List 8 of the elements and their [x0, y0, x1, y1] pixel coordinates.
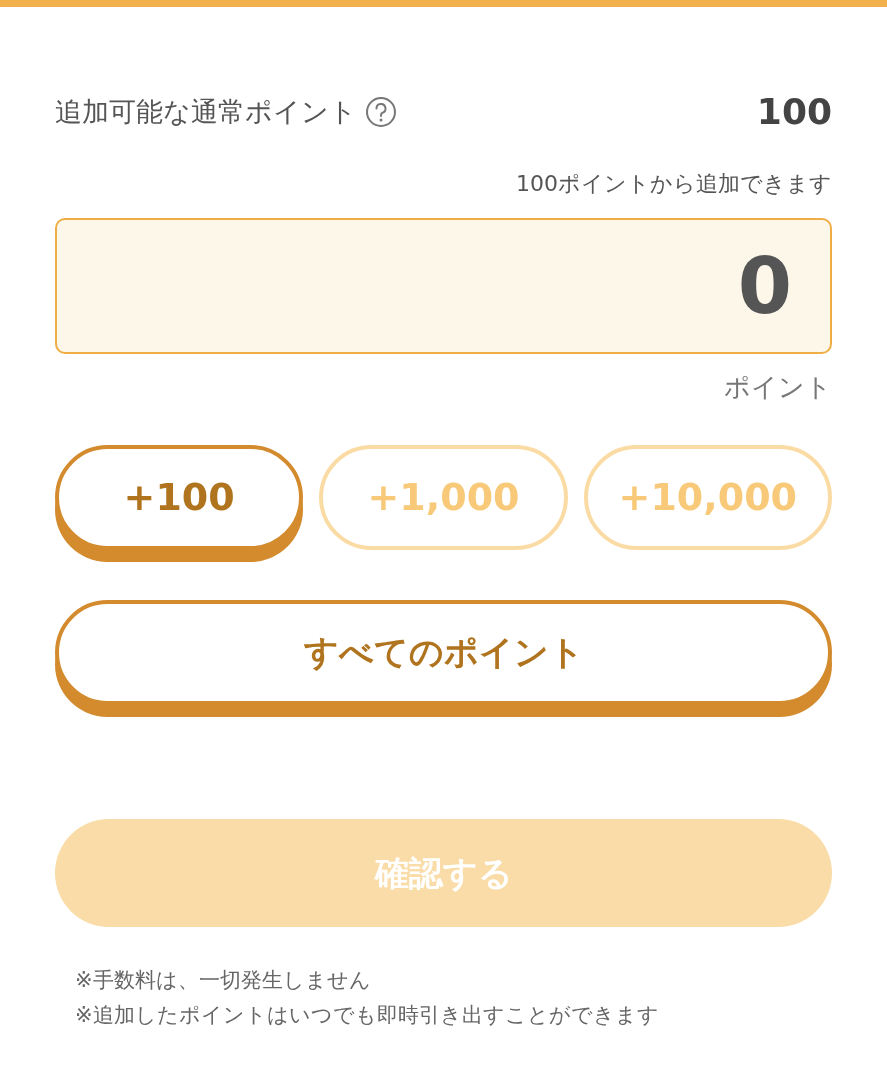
note-text: ※追加したポイントはいつでも即時引き出すことができます — [75, 1002, 659, 1029]
unit-label: ポイント — [724, 371, 832, 404]
available-points-label: 追加可能な通常ポイント — [55, 94, 357, 129]
note-text: ※手数料は、一切発生しません — [75, 967, 371, 994]
help-icon[interactable] — [365, 96, 397, 128]
minimum-hint: 100ポイントから追加できます — [516, 170, 832, 198]
amount-field[interactable]: 0 — [55, 218, 832, 354]
available-points-value: 100 — [756, 90, 832, 134]
